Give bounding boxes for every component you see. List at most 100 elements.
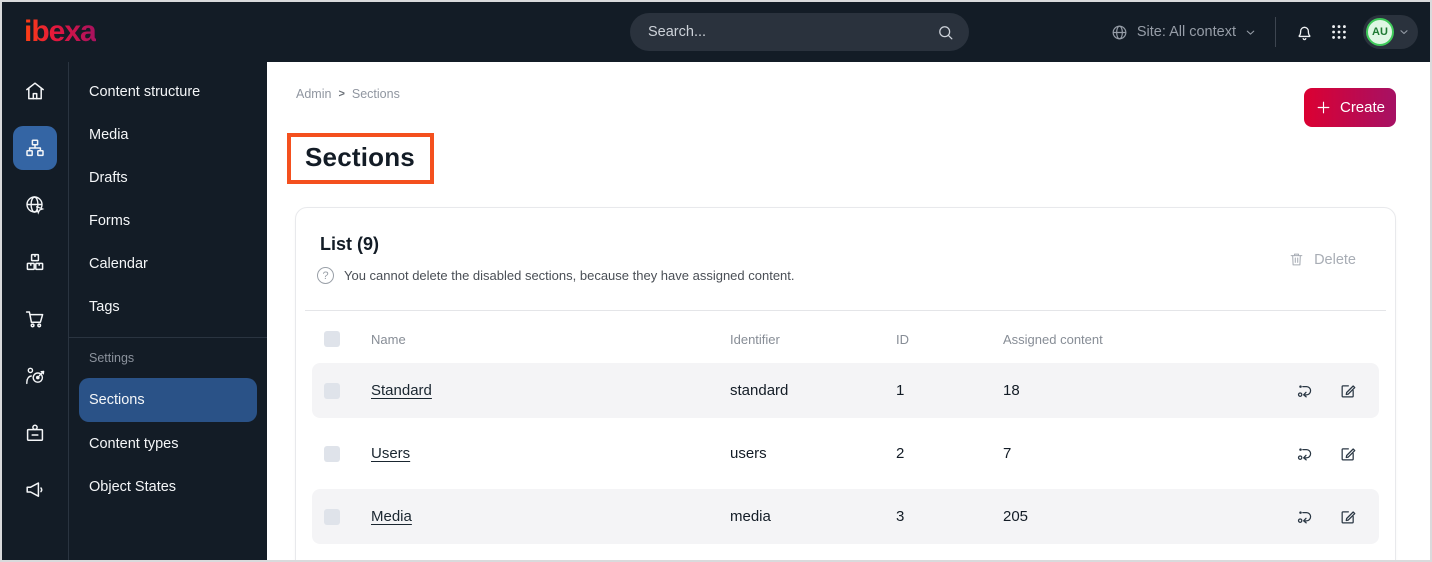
- rail-item-marketing[interactable]: [13, 468, 57, 512]
- page-title-annotation-box: Sections: [287, 133, 434, 184]
- icon-rail: [2, 62, 69, 560]
- sidebar-item-content-types[interactable]: Content types: [69, 422, 267, 465]
- breadcrumb: Admin > Sections: [296, 87, 400, 101]
- sections-list-card: List (9) ? You cannot delete the disable…: [295, 207, 1396, 560]
- list-info-text: You cannot delete the disabled sections,…: [344, 268, 795, 283]
- assign-content-button[interactable]: [1283, 381, 1326, 401]
- content-tree-icon: [26, 139, 44, 157]
- section-link[interactable]: Users: [371, 445, 410, 462]
- list-title: List (9): [320, 234, 380, 254]
- sidebar: Content structure Media Drafts Forms Cal…: [69, 62, 267, 560]
- assign-content-icon: [1297, 384, 1311, 397]
- sidebar-item-label: Content types: [89, 435, 179, 452]
- edit-button[interactable]: [1326, 381, 1369, 401]
- sidebar-item-label: Calendar: [89, 255, 148, 272]
- customer-target-icon: [26, 367, 45, 385]
- notifications-bell-icon[interactable]: [1294, 22, 1315, 43]
- column-header-id: ID: [896, 331, 909, 347]
- site-context-dropdown[interactable]: Site: All context: [1110, 23, 1257, 42]
- section-link[interactable]: Standard: [371, 382, 432, 399]
- delete-button[interactable]: Delete: [1288, 251, 1356, 268]
- global-search[interactable]: [630, 13, 969, 51]
- user-menu[interactable]: AU: [1363, 15, 1418, 49]
- sidebar-item-media[interactable]: Media: [69, 113, 267, 156]
- cell-id: 1: [896, 382, 905, 399]
- sidebar-group-settings: Settings: [89, 351, 135, 365]
- sidebar-item-label: Object States: [89, 478, 177, 495]
- cell-assigned-content: 18: [1003, 382, 1020, 399]
- ibexa-admin-screen: ibexa Site: All context: [0, 0, 1432, 562]
- row-checkbox[interactable]: [324, 383, 340, 400]
- rail-item-commerce[interactable]: [13, 297, 57, 341]
- breadcrumb-separator: >: [338, 88, 345, 100]
- column-header-name: Name: [371, 331, 406, 347]
- sidebar-item-label: Sections: [89, 392, 145, 408]
- cell-assigned-content: 7: [1003, 445, 1012, 462]
- assign-content-icon: [1297, 447, 1311, 460]
- card-divider: [305, 310, 1386, 311]
- cell-identifier: users: [730, 445, 767, 462]
- search-icon[interactable]: [936, 23, 955, 42]
- sidebar-item-label: Content structure: [89, 83, 201, 100]
- rail-item-site[interactable]: [13, 183, 57, 227]
- sidebar-item-sections[interactable]: Sections: [79, 378, 257, 422]
- app-grid-icon[interactable]: [1329, 22, 1349, 42]
- sidebar-item-label: Media: [89, 126, 129, 143]
- table-header: Name Identifier ID Assigned content: [312, 322, 1379, 356]
- rail-item-content[interactable]: [13, 126, 57, 170]
- rail-item-dashboard[interactable]: [13, 69, 57, 113]
- sidebar-item-label: Drafts: [89, 169, 128, 186]
- cell-identifier: standard: [730, 382, 789, 399]
- column-header-assigned-content: Assigned content: [1003, 331, 1103, 347]
- cell-id: 3: [896, 508, 905, 525]
- edit-icon: [1341, 510, 1355, 523]
- topbar-right: Site: All context AU: [1110, 2, 1418, 62]
- table-row: Media media 3 205: [312, 489, 1379, 544]
- create-button[interactable]: Create: [1304, 88, 1396, 127]
- sidebar-item-tags[interactable]: Tags: [69, 285, 267, 328]
- site-globe-icon: [26, 196, 45, 215]
- cell-assigned-content: 205: [1003, 508, 1029, 525]
- table-row: Standard standard 1 18: [312, 363, 1379, 418]
- rail-item-corporate[interactable]: [13, 411, 57, 455]
- sidebar-item-forms[interactable]: Forms: [69, 199, 267, 242]
- assign-content-icon: [1297, 510, 1311, 523]
- cart-icon: [25, 311, 44, 328]
- sidebar-item-label: Tags: [89, 298, 120, 315]
- section-link[interactable]: Media: [371, 508, 412, 525]
- assign-content-button[interactable]: [1283, 507, 1326, 527]
- rail-item-product-catalog[interactable]: [13, 240, 57, 284]
- search-input[interactable]: [648, 24, 936, 40]
- sidebar-item-content-structure[interactable]: Content structure: [69, 70, 267, 113]
- trash-icon: [1290, 253, 1303, 266]
- home-icon: [26, 82, 44, 100]
- sidebar-item-calendar[interactable]: Calendar: [69, 242, 267, 285]
- create-button-label: Create: [1339, 99, 1386, 116]
- site-context-label: Site: All context: [1136, 24, 1236, 40]
- breadcrumb-admin[interactable]: Admin: [296, 87, 331, 101]
- rail-item-customers[interactable]: [13, 354, 57, 398]
- sidebar-item-object-states[interactable]: Object States: [69, 465, 267, 508]
- edit-icon: [1341, 384, 1355, 397]
- cell-id: 2: [896, 445, 905, 462]
- megaphone-icon: [26, 482, 43, 497]
- main-content: Admin > Sections Create Sections List (9…: [267, 62, 1430, 560]
- select-all-checkbox[interactable]: [324, 331, 340, 348]
- sidebar-item-drafts[interactable]: Drafts: [69, 156, 267, 199]
- page-title: Sections: [305, 142, 415, 172]
- table-row: Users users 2 7: [312, 426, 1379, 481]
- sidebar-item-label: Forms: [89, 212, 131, 229]
- topbar: ibexa Site: All context: [2, 2, 1430, 62]
- row-checkbox[interactable]: [324, 509, 340, 526]
- plus-icon: [1317, 101, 1330, 114]
- edit-button[interactable]: [1326, 444, 1369, 464]
- edit-button[interactable]: [1326, 507, 1369, 527]
- row-checkbox[interactable]: [324, 446, 340, 463]
- globe-icon: [1110, 23, 1129, 42]
- cell-identifier: media: [730, 508, 771, 525]
- help-icon: ?: [317, 267, 334, 284]
- chevron-down-icon: [1400, 30, 1408, 35]
- breadcrumb-sections[interactable]: Sections: [352, 87, 400, 101]
- ibexa-logo[interactable]: ibexa: [24, 17, 97, 47]
- assign-content-button[interactable]: [1283, 444, 1326, 464]
